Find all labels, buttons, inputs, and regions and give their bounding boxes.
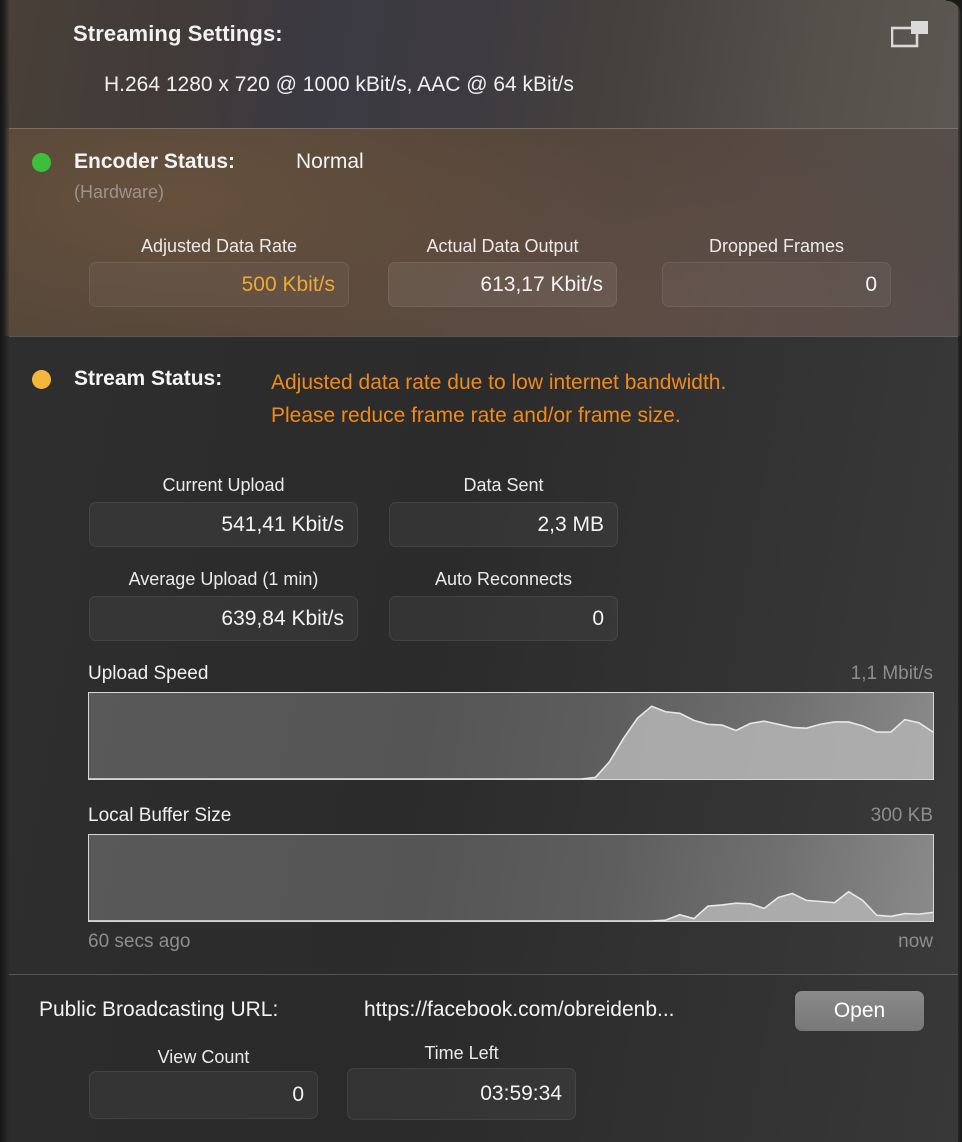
- metric-field-actual-data-output: 613,17 Kbit/s: [388, 262, 617, 307]
- window-right-edge: [958, 0, 962, 1142]
- header-background-wash: [0, 0, 962, 128]
- chart-upload-speed-svg: [89, 693, 933, 779]
- encoder-status-value: Normal: [296, 150, 364, 173]
- encoder-status-label: Encoder Status:: [74, 150, 236, 173]
- stream-status-warning-line2: Please reduce frame rate and/or frame si…: [271, 404, 681, 427]
- metric-field-auto-reconnects: 0: [389, 596, 618, 641]
- chart-local-buffer-size: [88, 834, 934, 922]
- metric-field-view-count: 0: [89, 1071, 318, 1119]
- chart-axis-start-label: 60 secs ago: [88, 931, 191, 952]
- metric-value-dropped-frames: 0: [865, 272, 877, 296]
- metric-value-actual-data-output: 613,17 Kbit/s: [480, 272, 603, 296]
- encoder-status-indicator: [32, 153, 51, 172]
- page-title: Streaming Settings:: [73, 21, 283, 46]
- metric-field-current-upload: 541,41 Kbit/s: [89, 502, 358, 547]
- broadcast-url-value[interactable]: https://facebook.com/obreidenb...: [364, 998, 675, 1022]
- window-corner-top-right: [946, 0, 962, 16]
- stream-format-summary: H.264 1280 x 720 @ 1000 kBit/s, AAC @ 64…: [104, 73, 574, 96]
- open-button[interactable]: Open: [795, 991, 924, 1031]
- chart-axis-end-label: now: [898, 931, 933, 952]
- streaming-status-window: Streaming Settings: H.264 1280 x 720 @ 1…: [0, 0, 962, 1142]
- metric-field-adjusted-data-rate: 500 Kbit/s: [89, 262, 349, 307]
- metric-label-adjusted-data-rate: Adjusted Data Rate: [140, 236, 298, 256]
- metric-value-data-sent: 2,3 MB: [537, 512, 604, 536]
- divider-header: [9, 128, 958, 129]
- metric-field-time-left: 03:59:34: [347, 1068, 576, 1120]
- metric-label-actual-data-output: Actual Data Output: [426, 236, 579, 256]
- divider-encoder: [9, 336, 958, 337]
- metric-field-average-upload: 639,84 Kbit/s: [89, 596, 358, 641]
- picture-in-picture-icon[interactable]: [891, 20, 929, 48]
- chart-max-local-buffer-size: 300 KB: [870, 805, 933, 826]
- stream-status-warning-line1: Adjusted data rate due to low internet b…: [271, 371, 727, 394]
- chart-max-upload-speed: 1,1 Mbit/s: [850, 663, 933, 684]
- window-left-edge: [0, 0, 9, 1142]
- metric-label-dropped-frames: Dropped Frames: [708, 236, 845, 256]
- metric-value-average-upload: 639,84 Kbit/s: [221, 606, 344, 630]
- chart-title-upload-speed: Upload Speed: [88, 663, 209, 684]
- metric-value-auto-reconnects: 0: [592, 606, 604, 630]
- stream-status-indicator: [32, 370, 51, 389]
- metric-label-auto-reconnects: Auto Reconnects: [434, 569, 573, 589]
- metric-field-data-sent: 2,3 MB: [389, 502, 618, 547]
- metric-field-dropped-frames: 0: [662, 262, 891, 307]
- encoder-hardware-note: (Hardware): [74, 182, 165, 202]
- chart-upload-speed: [88, 692, 934, 780]
- metric-label-data-sent: Data Sent: [463, 475, 544, 495]
- metric-label-time-left: Time Left: [424, 1043, 499, 1063]
- chart-local-buffer-size-svg: [89, 835, 933, 921]
- chart-title-local-buffer-size: Local Buffer Size: [88, 805, 232, 826]
- metric-label-current-upload: Current Upload: [162, 475, 285, 495]
- divider-stream: [9, 974, 958, 975]
- metric-value-current-upload: 541,41 Kbit/s: [221, 512, 344, 536]
- broadcast-url-label: Public Broadcasting URL:: [39, 998, 279, 1021]
- metric-label-view-count: View Count: [157, 1047, 250, 1067]
- stream-status-label: Stream Status:: [74, 367, 223, 390]
- metric-value-adjusted-data-rate: 500 Kbit/s: [241, 272, 335, 296]
- metric-value-view-count: 0: [292, 1083, 304, 1106]
- metric-value-time-left: 03:59:34: [480, 1082, 562, 1105]
- metric-label-average-upload: Average Upload (1 min): [128, 569, 319, 589]
